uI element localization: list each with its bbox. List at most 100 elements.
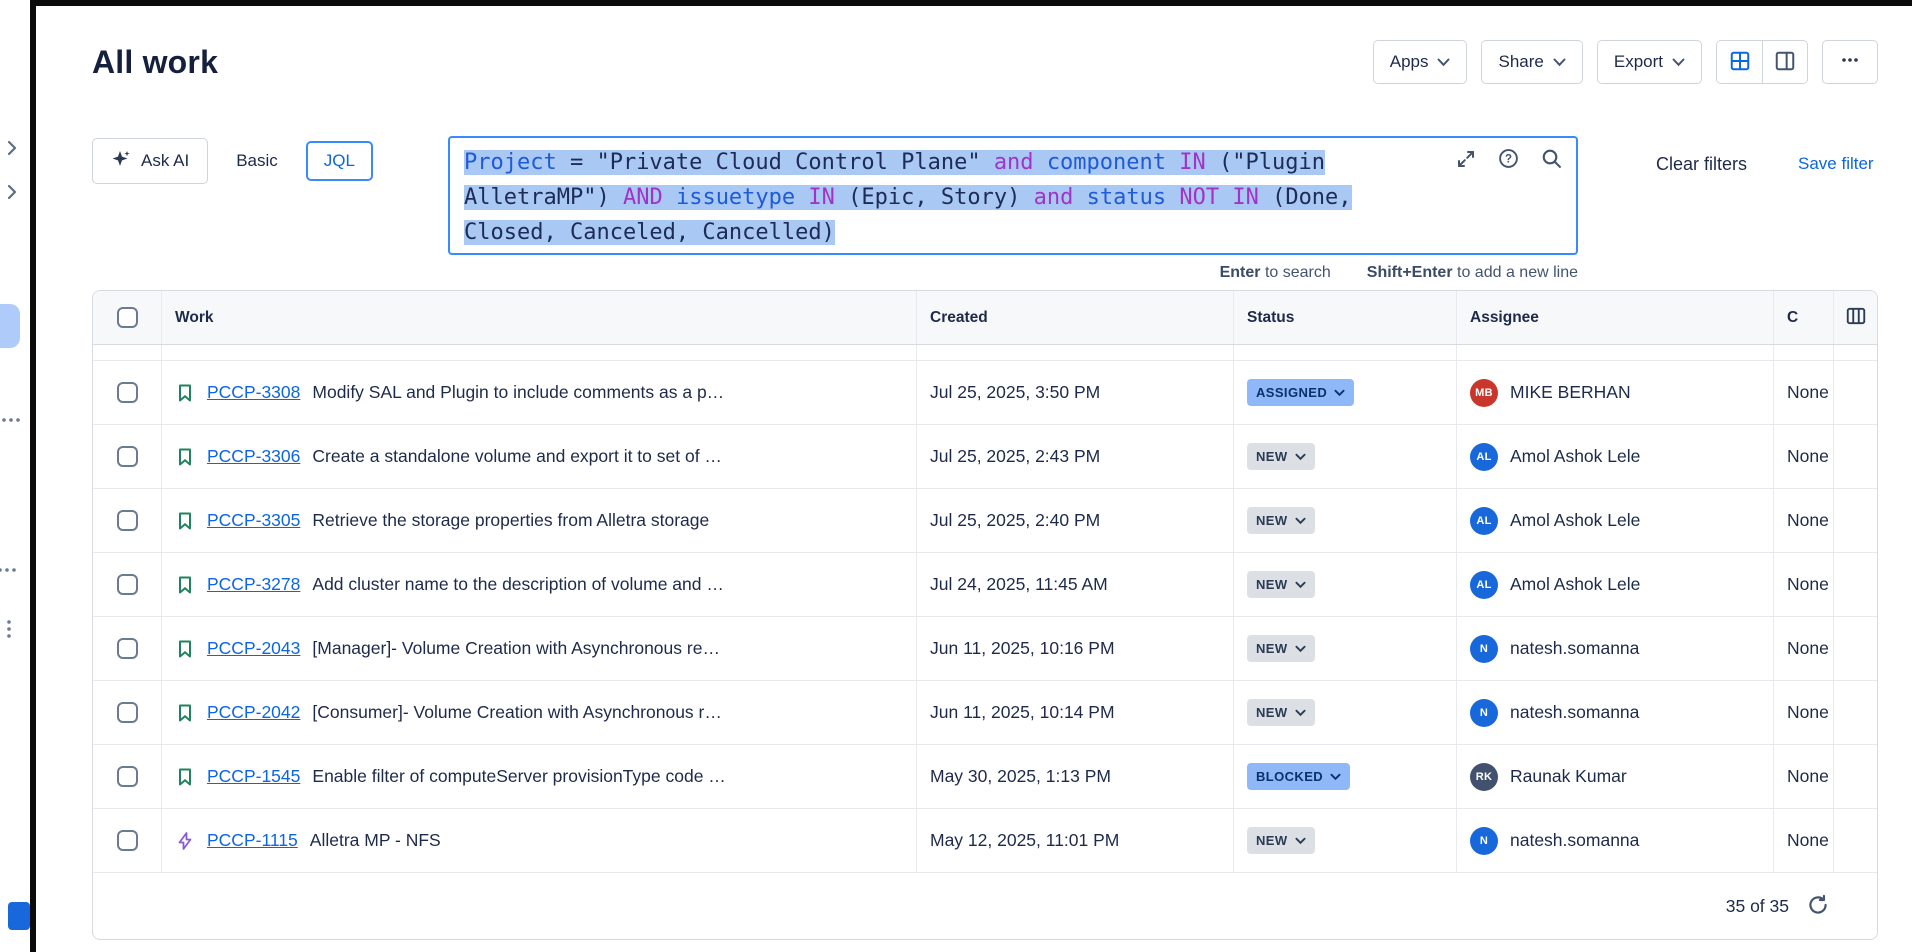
window-frame-left <box>30 0 36 952</box>
sidebar-selected-item-fragment[interactable] <box>0 304 20 348</box>
row-checkbox[interactable] <box>117 382 138 403</box>
more-options-button[interactable] <box>1822 40 1878 84</box>
created-cell: May 30, 2025, 1:13 PM <box>916 745 1233 808</box>
basic-mode-button[interactable]: Basic <box>224 151 290 171</box>
row-checkbox[interactable] <box>117 638 138 659</box>
col-header-category[interactable]: C <box>1773 291 1833 344</box>
avatar: AL <box>1470 443 1498 471</box>
detail-view-button[interactable] <box>1762 41 1807 83</box>
table-row[interactable]: PCCP-3305 Retrieve the storage propertie… <box>93 489 1877 553</box>
col-header-created[interactable]: Created <box>916 291 1233 344</box>
filter-bar: Ask AI Basic JQL <box>92 138 373 184</box>
avatar: N <box>1470 827 1498 855</box>
search-icon <box>1541 148 1562 172</box>
settings-col-spacer <box>1833 425 1877 488</box>
table-row[interactable]: PCCP-2042 [Consumer]- Volume Creation wi… <box>93 681 1877 745</box>
col-header-assignee[interactable]: Assignee <box>1456 291 1773 344</box>
jql-line: Closed, Canceled, Cancelled) <box>464 215 1562 250</box>
page-title: All work <box>92 44 218 81</box>
export-button[interactable]: Export <box>1597 40 1702 84</box>
row-checkbox[interactable] <box>117 574 138 595</box>
category-value: None <box>1787 702 1829 723</box>
status-badge[interactable]: NEW <box>1247 507 1315 534</box>
clear-filters-button[interactable]: Clear filters <box>1656 154 1747 175</box>
jql-mode-button[interactable]: JQL <box>306 141 373 181</box>
grid-view-button[interactable] <box>1717 41 1762 83</box>
status-badge[interactable]: NEW <box>1247 699 1315 726</box>
category-cell: None <box>1773 489 1833 552</box>
ask-ai-button[interactable]: Ask AI <box>92 138 208 184</box>
row-checkbox[interactable] <box>117 510 138 531</box>
sidebar-expand-chevron-icon[interactable] <box>2 138 22 163</box>
refresh-button[interactable] <box>1807 894 1829 919</box>
save-filter-button[interactable]: Save filter <box>1798 154 1874 174</box>
chevron-down-icon <box>1437 58 1450 67</box>
issue-key-link[interactable]: PCCP-3278 <box>207 574 300 595</box>
col-header-status[interactable]: Status <box>1233 291 1456 344</box>
work-cell: PCCP-2043 [Manager]- Volume Creation wit… <box>161 617 916 680</box>
jql-editor-actions: ? <box>1456 148 1562 172</box>
chevron-down-icon <box>1295 453 1306 461</box>
table-row[interactable]: PCCP-1115 Alletra MP - NFS May 12, 2025,… <box>93 809 1877 873</box>
assignee-cell: RK Raunak Kumar <box>1456 745 1773 808</box>
status-badge[interactable]: NEW <box>1247 635 1315 662</box>
settings-col-spacer <box>1833 553 1877 616</box>
table-row[interactable]: PCCP-2043 [Manager]- Volume Creation wit… <box>93 617 1877 681</box>
status-badge[interactable]: BLOCKED <box>1247 763 1350 790</box>
expand-editor-button[interactable] <box>1456 149 1476 172</box>
work-cell: PCCP-3308 Modify SAL and Plugin to inclu… <box>161 361 916 424</box>
created-value: Jul 25, 2025, 2:40 PM <box>930 510 1100 531</box>
search-button[interactable] <box>1541 148 1562 172</box>
hint-enter-key: Enter <box>1220 264 1261 281</box>
page-header: All work Apps Share Export <box>92 38 1878 86</box>
status-badge[interactable]: NEW <box>1247 571 1315 598</box>
issue-key-link[interactable]: PCCP-3305 <box>207 510 300 531</box>
select-all-checkbox[interactable] <box>117 307 138 328</box>
table-row[interactable]: PCCP-3278 Add cluster name to the descri… <box>93 553 1877 617</box>
table-row[interactable]: PCCP-1545 Enable filter of computeServer… <box>93 745 1877 809</box>
assignee-name: natesh.somanna <box>1510 638 1639 659</box>
grid-view-icon <box>1729 50 1751 75</box>
status-label: NEW <box>1256 705 1288 720</box>
status-badge[interactable]: NEW <box>1247 827 1315 854</box>
export-button-label: Export <box>1614 52 1663 72</box>
col-header-work[interactable]: Work <box>161 291 916 344</box>
jql-editor[interactable]: Project = "Private Cloud Control Plane" … <box>448 136 1578 255</box>
share-button[interactable]: Share <box>1481 40 1582 84</box>
jql-line: AlletraMP") AND issuetype IN (Epic, Stor… <box>464 180 1562 215</box>
issue-key-link[interactable]: PCCP-2043 <box>207 638 300 659</box>
row-checkbox[interactable] <box>117 830 138 851</box>
created-cell: Jul 24, 2025, 11:45 AM <box>916 553 1233 616</box>
sidebar-logo-fragment <box>8 902 30 930</box>
issue-key-link[interactable]: PCCP-1115 <box>207 830 298 851</box>
status-cell: ASSIGNED <box>1233 361 1456 424</box>
category-value: None <box>1787 638 1829 659</box>
share-button-label: Share <box>1498 52 1543 72</box>
chevron-down-icon <box>1295 581 1306 589</box>
column-settings-icon <box>1845 305 1867 330</box>
issue-key-link[interactable]: PCCP-2042 <box>207 702 300 723</box>
status-label: NEW <box>1256 641 1288 656</box>
issue-key-link[interactable]: PCCP-1545 <box>207 766 300 787</box>
created-cell: May 12, 2025, 11:01 PM <box>916 809 1233 872</box>
sidebar-expand-chevron-icon[interactable] <box>2 182 22 207</box>
row-checkbox[interactable] <box>117 446 138 467</box>
row-checkbox-cell <box>93 809 161 872</box>
column-settings-button[interactable] <box>1845 305 1867 330</box>
row-checkbox[interactable] <box>117 702 138 723</box>
story-icon <box>175 703 195 723</box>
apps-button[interactable]: Apps <box>1373 40 1468 84</box>
col-header-category-label: C <box>1787 309 1798 327</box>
status-badge[interactable]: NEW <box>1247 443 1315 470</box>
table-row[interactable]: PCCP-3308 Modify SAL and Plugin to inclu… <box>93 361 1877 425</box>
category-cell: None <box>1773 553 1833 616</box>
status-cell: NEW <box>1233 681 1456 744</box>
syntax-help-button[interactable]: ? <box>1498 148 1519 172</box>
status-badge[interactable]: ASSIGNED <box>1247 379 1354 406</box>
issue-summary: Add cluster name to the description of v… <box>312 574 723 595</box>
issue-key-link[interactable]: PCCP-3308 <box>207 382 300 403</box>
assignee-cell: MB MIKE BERHAN <box>1456 361 1773 424</box>
row-checkbox[interactable] <box>117 766 138 787</box>
issue-key-link[interactable]: PCCP-3306 <box>207 446 300 467</box>
table-row[interactable]: PCCP-3306 Create a standalone volume and… <box>93 425 1877 489</box>
